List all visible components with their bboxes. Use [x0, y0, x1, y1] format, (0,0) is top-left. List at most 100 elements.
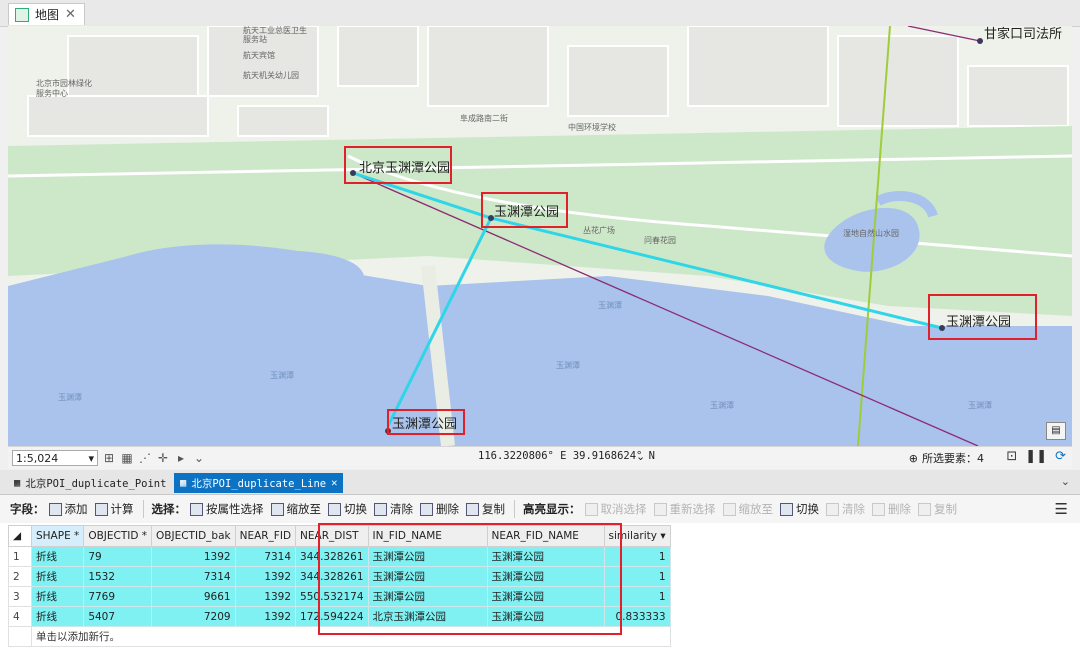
scale-value: 1:5,024: [16, 451, 59, 465]
cell-objectid-bak[interactable]: 7314: [151, 566, 236, 587]
clear-selection-button[interactable]: 清除: [374, 501, 413, 517]
select-by-attributes-label: 按属性选择: [206, 502, 264, 516]
filter-icon[interactable]: ⊡: [1006, 449, 1017, 464]
switch-icon: [780, 502, 793, 516]
cell-objectid[interactable]: 79: [83, 546, 153, 567]
reselect-icon: [653, 502, 667, 516]
highlight-clear-button[interactable]: 清除: [826, 501, 865, 517]
table-icon[interactable]: ▦: [120, 451, 134, 465]
map-label: 航天宾馆: [243, 50, 275, 60]
zoom-to-label: 缩放至: [286, 502, 322, 516]
close-icon[interactable]: ✕: [331, 477, 337, 489]
chevron-down-icon[interactable]: ⌄: [192, 451, 206, 465]
delete-button[interactable]: 删除: [420, 501, 459, 517]
map-label: 服务中心: [36, 88, 68, 98]
toolbar-divider: [514, 500, 515, 518]
chevron-down-icon[interactable]: ⌄: [1061, 475, 1070, 488]
unselect-button[interactable]: 取消选择: [584, 501, 647, 517]
map-tab[interactable]: 地图 ✕: [8, 3, 85, 25]
annotation-box: [481, 192, 568, 228]
refresh-icon[interactable]: ⟳: [1055, 449, 1066, 464]
map-label: 中国环境学校: [568, 122, 616, 132]
copy-icon: [918, 502, 931, 516]
highlight-zoom-button[interactable]: 缩放至: [722, 501, 773, 517]
add-field-button[interactable]: 添加: [48, 501, 88, 517]
annotation-box: [387, 409, 465, 435]
column-header-shape[interactable]: SHAPE *: [30, 525, 85, 547]
map-view[interactable]: 北京玉渊潭公园 玉渊潭公园 玉渊潭公园 玉渊潭公园 甘家口司法所 航天工业总医卫…: [8, 26, 1072, 446]
map-label: 丛花广场: [583, 225, 615, 235]
row-number: 1: [8, 546, 32, 567]
close-icon[interactable]: ✕: [65, 7, 76, 22]
delete-icon: [420, 502, 433, 516]
switch-selection-button[interactable]: 切换: [328, 501, 367, 517]
map-tab-title: 地图: [35, 8, 60, 22]
cell-objectid[interactable]: 7769: [83, 586, 153, 607]
map-icon: [15, 7, 29, 22]
selected-features[interactable]: ⊕ 所选要素：4: [909, 450, 984, 466]
row-number: 3: [8, 586, 32, 607]
column-header-near-fid[interactable]: NEAR_FID: [234, 525, 297, 547]
tab-line-table[interactable]: ▦ 北京POI_duplicate_Line ✕: [174, 473, 344, 493]
table-icon: ▦: [180, 477, 187, 489]
snap-icon[interactable]: ⋰: [138, 451, 152, 465]
table-icon: ▦: [14, 477, 21, 489]
cell-objectid[interactable]: 1532: [83, 566, 153, 587]
grid-icon[interactable]: ⊞: [102, 451, 116, 465]
annotation-box: [344, 146, 452, 184]
annotation-box: [318, 523, 622, 635]
cell-near-fid[interactable]: 1392: [234, 586, 297, 607]
water-label: 玉渊潭: [58, 392, 82, 402]
cell-objectid-bak[interactable]: 9661: [151, 586, 236, 607]
cell-shape[interactable]: 折线: [30, 586, 85, 607]
highlight-copy-button[interactable]: 复制: [918, 501, 957, 517]
highlight-switch-button[interactable]: 切换: [780, 501, 819, 517]
highlight-delete-button[interactable]: 删除: [872, 501, 911, 517]
cell-objectid[interactable]: 5407: [83, 606, 153, 627]
add-field-icon: [48, 502, 62, 516]
poi-label[interactable]: 甘家口司法所: [984, 26, 1062, 42]
clear-icon: [826, 502, 839, 516]
chevron-down-icon: ▾: [88, 451, 94, 465]
cell-near-fid[interactable]: 7314: [234, 546, 297, 567]
tab-point-table[interactable]: ▦ 北京POI_duplicate_Point: [8, 473, 172, 493]
select-icon: ⊕: [908, 451, 918, 465]
cell-objectid-bak[interactable]: 1392: [151, 546, 236, 567]
table-tab-bar: ▦ 北京POI_duplicate_Point ▦ 北京POI_duplicat…: [0, 470, 1080, 495]
map-label: 航天工业总医卫生: [243, 26, 307, 35]
cell-near-fid[interactable]: 1392: [234, 606, 297, 627]
select-by-attributes-button[interactable]: 按属性选择: [190, 501, 264, 517]
map-label: 服务站: [243, 34, 267, 44]
attribute-table: ◢ SHAPE * OBJECTID * OBJECTID_bak NEAR_F…: [0, 523, 1080, 660]
tab-label: 北京POI_duplicate_Point: [25, 477, 167, 490]
map-label: 北京市园林绿化: [36, 78, 92, 88]
cell-shape[interactable]: 折线: [30, 546, 85, 567]
cell-shape[interactable]: 折线: [30, 566, 85, 587]
map-canvas[interactable]: 北京玉渊潭公园 玉渊潭公园 玉渊潭公园 玉渊潭公园 甘家口司法所 航天工业总医卫…: [8, 26, 1072, 446]
copy-button[interactable]: 复制: [466, 501, 505, 517]
constraint-icon[interactable]: ▸: [174, 451, 188, 465]
water-label: 玉渊潭: [270, 370, 294, 380]
row-number: 4: [8, 606, 32, 627]
cell-near-fid[interactable]: 1392: [234, 566, 297, 587]
pause-icon[interactable]: ❚❚: [1025, 449, 1047, 464]
cell-objectid-bak[interactable]: 7209: [151, 606, 236, 627]
column-header-objectid-bak[interactable]: OBJECTID_bak: [151, 525, 236, 547]
select-label: 选择：: [151, 502, 187, 516]
menu-icon[interactable]: ☰: [1055, 500, 1068, 518]
scale-select[interactable]: 1:5,024 ▾: [12, 450, 98, 466]
highlight-copy-label: 复制: [934, 502, 957, 516]
column-header-objectid[interactable]: OBJECTID *: [83, 525, 153, 547]
chevron-down-icon[interactable]: ⌄: [636, 450, 645, 463]
crosshair-icon[interactable]: ✛: [156, 451, 170, 465]
map-table-icon[interactable]: ▤: [1046, 422, 1066, 440]
zoom-to-button[interactable]: 缩放至: [270, 501, 322, 517]
clear-icon: [374, 502, 387, 516]
reselect-button[interactable]: 重新选择: [653, 501, 716, 517]
water-label: 玉渊潭: [556, 360, 580, 370]
cell-shape[interactable]: 折线: [30, 606, 85, 627]
copy-label: 复制: [482, 502, 505, 516]
calculate-field-button[interactable]: 计算: [94, 501, 134, 517]
row-selector-header[interactable]: ◢: [8, 525, 32, 547]
map-label: 航天机关幼儿园: [243, 70, 299, 80]
